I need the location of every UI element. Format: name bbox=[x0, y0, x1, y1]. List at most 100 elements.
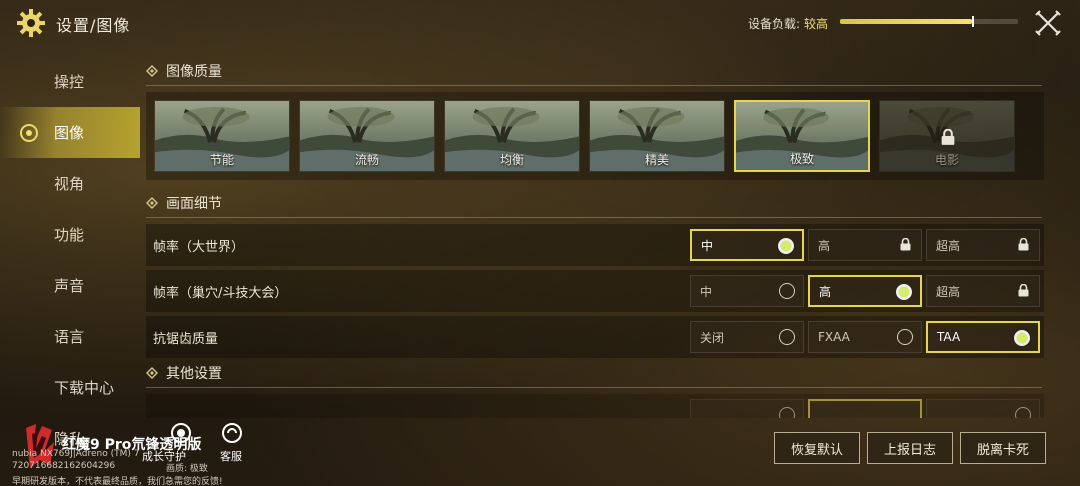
section-other-settings: 其他设置 bbox=[140, 362, 1050, 388]
quality-option-label: 节能 bbox=[209, 153, 234, 167]
lock-icon bbox=[900, 237, 911, 251]
setting-label: 帧率（巢穴/斗技大会） bbox=[153, 285, 288, 301]
setting-option[interactable]: TAA bbox=[926, 321, 1040, 353]
setting-option[interactable]: 中 bbox=[690, 229, 804, 261]
radio-icon bbox=[779, 283, 795, 299]
setting-option[interactable]: 超高 bbox=[926, 275, 1040, 307]
section-image-detail: 画面细节 bbox=[140, 192, 1050, 218]
sidebar-item[interactable]: 图像 bbox=[0, 107, 140, 158]
unstuck-button[interactable]: 脱离卡死 bbox=[960, 432, 1046, 464]
page-title: 设置/图像 bbox=[56, 16, 131, 35]
sidebar-item-label: 语言 bbox=[54, 328, 85, 346]
setting-label: 帧率（大世界） bbox=[153, 239, 245, 255]
setting-option-label: 中 bbox=[701, 238, 714, 253]
sidebar-item[interactable]: 下载中心 bbox=[0, 362, 140, 413]
device-load-value: 较高 bbox=[804, 17, 829, 31]
partial-row bbox=[146, 394, 1044, 418]
setting-option-label: 超高 bbox=[936, 284, 961, 299]
sidebar-item[interactable]: 功能 bbox=[0, 209, 140, 260]
setting-option-label: 中 bbox=[700, 284, 713, 299]
diamond-icon bbox=[146, 367, 158, 379]
sidebar-item-label: 图像 bbox=[54, 124, 85, 142]
device-load: 设备负载: 较高 bbox=[748, 15, 828, 32]
sidebar-item[interactable]: 视角 bbox=[0, 158, 140, 209]
setting-option-label: TAA bbox=[937, 330, 961, 344]
diamond-icon bbox=[146, 197, 158, 209]
quality-option[interactable]: 极致 bbox=[734, 100, 870, 172]
sidebar-item-label: 下载中心 bbox=[54, 379, 115, 397]
section-image-quality: 图像质量 bbox=[140, 60, 1050, 86]
device-id: 720716682162604296 bbox=[12, 461, 116, 471]
section-title: 画面细节 bbox=[166, 196, 222, 212]
setting-option[interactable]: FXAA bbox=[808, 321, 922, 353]
setting-option[interactable]: 中 bbox=[690, 275, 804, 307]
detail-rows: 帧率（大世界）中高超高 帧率（巢穴/斗技大会）中高超高 抗锯齿质量 关闭 FXAA TAA bbox=[140, 224, 1050, 358]
partial-option[interactable] bbox=[926, 399, 1040, 418]
radio-icon bbox=[1015, 407, 1031, 418]
quality-option-label: 精美 bbox=[644, 153, 669, 167]
setting-row: 帧率（巢穴/斗技大会） 中 高 超高 bbox=[146, 270, 1044, 312]
reset-default-button[interactable]: 恢复默认 bbox=[774, 432, 860, 464]
radio-icon bbox=[1014, 330, 1030, 346]
diamond-icon bbox=[146, 65, 158, 77]
radio-icon bbox=[778, 238, 794, 254]
dev-notice: 早期研发版本，不代表最终品质，我们急需您的反馈! bbox=[12, 477, 223, 486]
sidebar-item-label: 声音 bbox=[54, 277, 85, 295]
device-load-bar bbox=[840, 16, 1018, 27]
quality-option[interactable]: 电影 bbox=[879, 100, 1015, 172]
partial-option[interactable] bbox=[690, 399, 804, 418]
guardian-label[interactable]: 成长守护 bbox=[142, 448, 186, 464]
setting-option[interactable]: 高 bbox=[808, 229, 922, 261]
report-log-button[interactable]: 上报日志 bbox=[867, 432, 953, 464]
top-bar: 设置/图像 设备负载: 较高 bbox=[0, 0, 1080, 44]
section-title: 图像质量 bbox=[166, 64, 222, 80]
footer: 红魔9 Pro氘锋透明版 nubia NX769J|Adreno (TM) 7 … bbox=[0, 418, 1080, 486]
active-indicator-icon bbox=[20, 124, 38, 142]
radio-icon bbox=[779, 329, 795, 345]
partial-option[interactable] bbox=[808, 399, 922, 418]
sidebar: 操控 图像 视角 功能 声音 语言 下载中心 隐私 bbox=[0, 56, 140, 464]
setting-row: 抗锯齿质量 关闭 FXAA TAA bbox=[146, 316, 1044, 358]
setting-option[interactable]: 高 bbox=[808, 275, 922, 307]
quality-option-label: 均衡 bbox=[499, 153, 524, 167]
sidebar-item[interactable]: 操控 bbox=[0, 56, 140, 107]
quality-options: 节能 流畅 均衡 精美 极致 电影 bbox=[146, 92, 1044, 180]
quality-option-label: 电影 bbox=[934, 153, 959, 167]
quality-option[interactable]: 流畅 bbox=[299, 100, 435, 172]
quality-option[interactable]: 精美 bbox=[589, 100, 725, 172]
sidebar-item-label: 视角 bbox=[54, 175, 85, 193]
section-title: 其他设置 bbox=[166, 366, 222, 382]
device-load-label: 设备负载: bbox=[748, 17, 801, 31]
device-load-marker bbox=[971, 16, 974, 27]
lock-icon bbox=[941, 128, 955, 145]
setting-row: 帧率（大世界） 中 高 超高 bbox=[146, 224, 1044, 266]
radio-icon bbox=[896, 284, 912, 300]
sidebar-item[interactable]: 声音 bbox=[0, 260, 140, 311]
customer-service-label[interactable]: 客服 bbox=[220, 448, 242, 464]
setting-option-label: 关闭 bbox=[700, 330, 725, 345]
sidebar-item-label: 操控 bbox=[54, 73, 85, 91]
setting-option-label: FXAA bbox=[818, 330, 850, 344]
setting-label: 抗锯齿质量 bbox=[153, 331, 219, 347]
close-icon[interactable] bbox=[1034, 9, 1062, 37]
quality-option-label: 极致 bbox=[789, 152, 814, 166]
setting-option-label: 高 bbox=[819, 284, 832, 299]
setting-option[interactable]: 关闭 bbox=[690, 321, 804, 353]
gear-icon bbox=[17, 9, 45, 37]
radio-icon bbox=[779, 407, 795, 418]
radio-icon bbox=[897, 329, 913, 345]
lock-icon bbox=[1018, 283, 1029, 297]
quality-option[interactable]: 均衡 bbox=[444, 100, 580, 172]
device-load-fill bbox=[840, 19, 972, 24]
lock-icon bbox=[1018, 237, 1029, 251]
sidebar-item[interactable]: 语言 bbox=[0, 311, 140, 362]
setting-option-label: 高 bbox=[818, 238, 831, 253]
guardian-icon[interactable] bbox=[170, 422, 192, 444]
customer-service-icon[interactable] bbox=[221, 422, 243, 444]
sidebar-item-label: 功能 bbox=[54, 226, 85, 244]
setting-option[interactable]: 超高 bbox=[926, 229, 1040, 261]
quality-option[interactable]: 节能 bbox=[154, 100, 290, 172]
quality-option-label: 流畅 bbox=[354, 153, 379, 167]
device-info: nubia NX769J|Adreno (TM) 7 bbox=[12, 449, 140, 459]
settings-panel: 图像质量 节能 流畅 均衡 精美 极致 电影 画面细节 帧率（大世界）中高超高 帧率（巢穴/… bbox=[140, 60, 1050, 418]
